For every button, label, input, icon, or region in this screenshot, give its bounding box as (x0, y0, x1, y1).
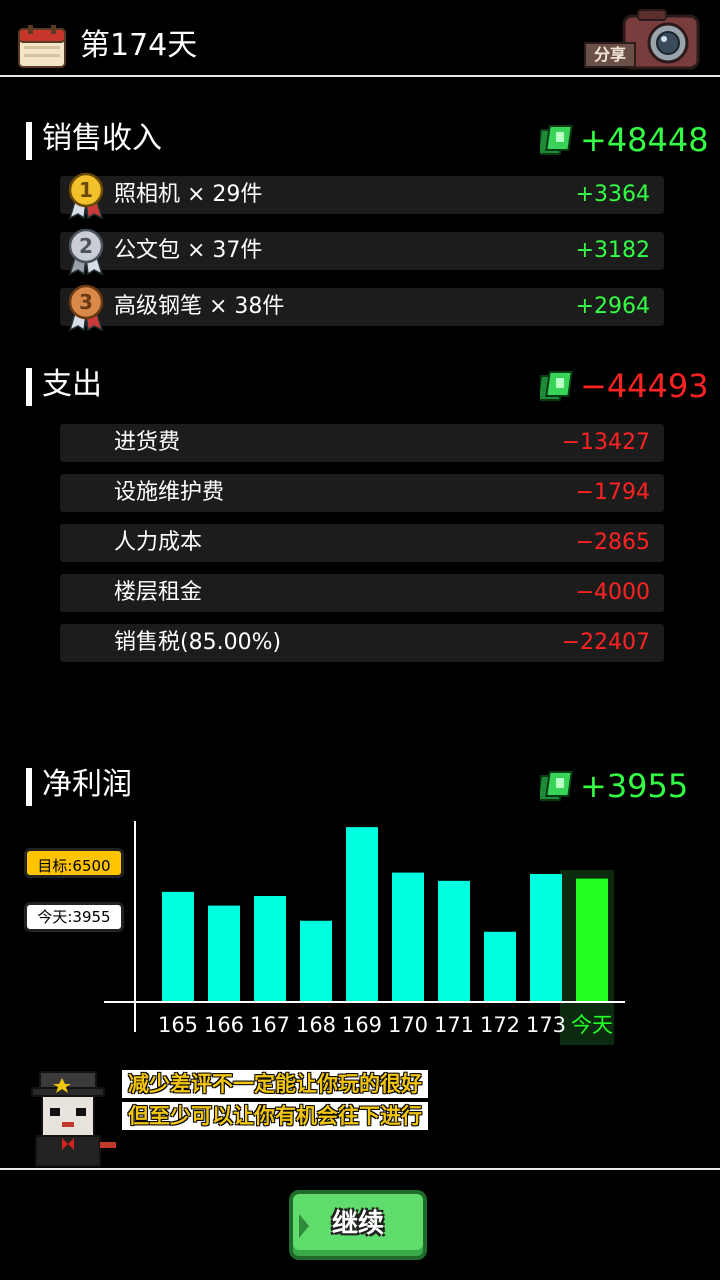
sales-total: +48448 (580, 121, 709, 159)
continue-label: 继续 (331, 1209, 384, 1239)
sales-item-value: +3182 (575, 238, 650, 263)
bronze-medal-icon: 3 (68, 284, 104, 332)
section-marker (26, 122, 32, 160)
gold-medal-icon: 1 (68, 172, 104, 220)
expense-value: −2865 (575, 530, 650, 555)
silver-medal-icon: 2 (68, 228, 104, 276)
net-profit-total: +3955 (580, 767, 689, 805)
expense-label: 楼层租金 (114, 580, 203, 605)
svg-text:1: 1 (79, 178, 93, 202)
continue-button[interactable]: 继续 (289, 1190, 427, 1260)
section-marker (26, 768, 32, 806)
expenses-title: 支出 (42, 367, 102, 402)
expense-label: 人力成本 (114, 530, 203, 555)
sales-item-label: 公文包 × 37件 (114, 238, 263, 263)
chart-bar (484, 931, 516, 1002)
expense-label: 进货费 (114, 430, 181, 455)
expense-value: −1794 (575, 480, 650, 505)
sales-row: 1 照相机 × 29件 +3364 (60, 172, 664, 220)
profit-chart: 165 166 167 168 169 170 171 172 173 今天 (104, 821, 625, 1045)
x-tick-label: 165 (158, 1013, 198, 1037)
sales-item-value: +3364 (575, 182, 650, 207)
x-tick-label: 169 (342, 1013, 382, 1037)
money-icon (540, 371, 573, 401)
expense-row: 进货费 −13427 (60, 424, 664, 462)
sales-item-value: +2964 (575, 294, 650, 319)
expense-value: −13427 (561, 430, 650, 455)
expense-row: 楼层租金 −4000 (60, 574, 664, 612)
sales-item-label: 高级钢笔 × 38件 (114, 294, 285, 319)
sales-row: 3 高级钢笔 × 38件 +2964 (60, 284, 664, 332)
x-tick-label: 172 (480, 1013, 520, 1037)
x-tick-label: 166 (204, 1013, 244, 1037)
footer-divider (0, 1168, 720, 1170)
x-tick-label: 168 (296, 1013, 336, 1037)
sales-item-label: 照相机 × 29件 (114, 182, 263, 207)
x-tick-label: 167 (250, 1013, 290, 1037)
expense-label: 销售税(85.00%) (114, 630, 282, 655)
x-tick-label: 171 (434, 1013, 474, 1037)
svg-text:2: 2 (79, 234, 93, 258)
chart-bar (208, 905, 240, 1002)
chart-bar (576, 878, 608, 1002)
chart-bar (346, 827, 378, 1002)
money-icon (540, 771, 573, 801)
chart-bar (162, 891, 194, 1002)
chart-bar (530, 873, 562, 1002)
dialog-line-1: 减少差评不一定能让你玩的很好 (120, 1068, 430, 1100)
x-tick-label: 173 (526, 1013, 566, 1037)
expense-label: 设施维护费 (114, 480, 225, 505)
chart-bar (300, 920, 332, 1002)
chart-bar (392, 872, 424, 1002)
chart-bar (438, 880, 470, 1002)
section-marker (26, 368, 32, 406)
expenses-total: −44493 (580, 367, 709, 405)
expense-row: 人力成本 −2865 (60, 524, 664, 562)
expense-value: −4000 (575, 580, 650, 605)
x-tick-label: 今天 (571, 1013, 613, 1037)
x-tick-label: 170 (388, 1013, 428, 1037)
header-divider (0, 75, 720, 77)
day-title: 第174天 (80, 28, 198, 63)
expense-row: 设施维护费 −1794 (60, 474, 664, 512)
sales-row: 2 公文包 × 37件 +3182 (60, 228, 664, 276)
svg-text:3: 3 (79, 290, 93, 314)
share-button[interactable]: 分享 (580, 8, 702, 70)
net-profit-title: 净利润 (42, 767, 132, 802)
chart-bar (254, 895, 286, 1002)
sales-title: 销售收入 (42, 121, 162, 156)
money-icon (540, 125, 573, 155)
calendar-icon (18, 25, 66, 68)
share-label: 分享 (584, 42, 636, 68)
manager-avatar (31, 1071, 116, 1167)
expense-value: −22407 (561, 630, 650, 655)
expense-row: 销售税(85.00%) −22407 (60, 624, 664, 662)
dialog-line-2: 但至少可以让你有机会往下进行 (120, 1100, 430, 1132)
